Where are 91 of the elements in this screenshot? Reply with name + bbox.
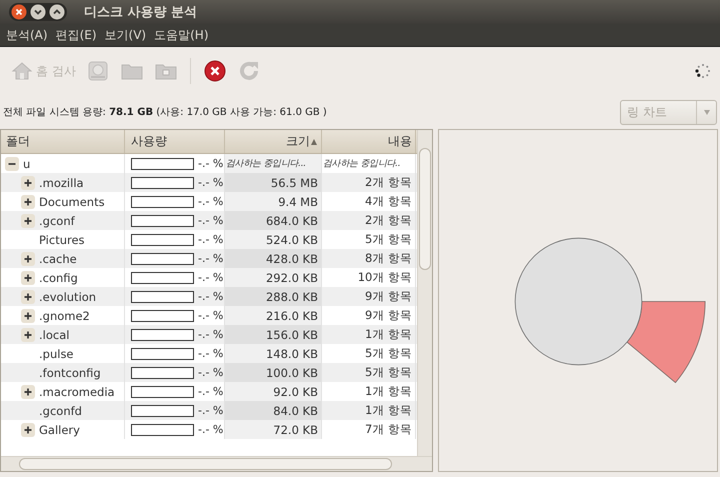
usage-percent: -.- % (198, 214, 224, 227)
folder-name: .local (39, 328, 70, 342)
folder-name: u (23, 156, 30, 170)
dropdown-arrow-icon (702, 108, 710, 116)
size-cell: 288.0 KB (225, 287, 322, 306)
size-cell: 684.0 KB (225, 211, 322, 230)
column-header[interactable]: 폴더 (1, 130, 125, 153)
folder-name: .pulse (39, 346, 74, 360)
usage-bar (131, 386, 194, 398)
usage-bar (131, 348, 194, 360)
folder-name: .fontconfig (39, 366, 101, 380)
usage-percent: -.- % (198, 385, 224, 398)
usage-bar (131, 196, 194, 208)
size-cell: 148.0 KB (225, 344, 322, 363)
size-cell: 검사하는 중입니다... (225, 154, 322, 173)
usage-bar (131, 214, 194, 226)
minimize-icon[interactable] (30, 4, 46, 20)
folder-name: .gconf (39, 214, 75, 228)
maximize-icon[interactable] (49, 4, 65, 20)
expand-icon[interactable] (21, 194, 35, 208)
expand-icon[interactable] (21, 270, 35, 284)
horizontal-scrollbar[interactable] (1, 456, 432, 471)
hard-drive-icon (86, 59, 110, 83)
size-cell: 9.4 MB (225, 192, 322, 211)
stop-icon (202, 59, 227, 83)
usage-bar (131, 424, 194, 436)
size-cell: 216.0 KB (225, 306, 322, 325)
contents-cell: 7개 항목 (322, 420, 416, 439)
window-title: 디스크 사용량 분석 (84, 4, 198, 21)
usage-percent: -.- % (198, 157, 224, 170)
disk-capacity-summary: 전체 파일 시스템 용량: 78.1 GB (사용: 17.0 GB 사용 가능: 61.0 GB ) (3, 106, 327, 119)
folder-name: .evolution (39, 290, 96, 304)
folder-name: .config (39, 270, 78, 284)
size-cell: 156.0 KB (225, 325, 322, 344)
sort-ascending-icon (310, 138, 318, 146)
usage-percent: -.- % (198, 347, 224, 360)
usage-percent: -.- % (198, 366, 224, 379)
folder-name: Pictures (39, 232, 85, 246)
expand-icon[interactable] (21, 176, 35, 190)
usage-bar (131, 234, 194, 246)
size-cell: 84.0 KB (225, 401, 322, 420)
expand-icon[interactable] (21, 422, 35, 436)
folder-name: .gconfd (39, 404, 82, 418)
usage-percent: -.- % (198, 404, 224, 417)
menu-item[interactable]: 편집(E) (52, 26, 101, 44)
folder-name: .mozilla (39, 176, 84, 190)
size-cell: 292.0 KB (225, 268, 322, 287)
menu-item[interactable]: 도움말(H) (150, 26, 212, 44)
size-cell: 524.0 KB (225, 230, 322, 249)
usage-bar (131, 272, 194, 284)
column-header[interactable]: 내용 (322, 130, 416, 153)
size-cell: 92.0 KB (225, 382, 322, 401)
vertical-scrollbar[interactable] (417, 130, 432, 456)
expand-icon[interactable] (21, 328, 35, 342)
usage-bar (131, 158, 194, 170)
usage-percent: -.- % (198, 290, 224, 303)
close-icon[interactable] (11, 4, 27, 20)
usage-percent: -.- % (198, 309, 224, 322)
folder-name: .gnome2 (39, 308, 90, 322)
usage-bar (131, 252, 194, 264)
usage-bar (131, 176, 194, 188)
column-header[interactable]: 사용량 (125, 130, 225, 153)
usage-percent: -.- % (198, 176, 224, 189)
expand-icon[interactable] (21, 384, 35, 398)
expand-icon[interactable] (21, 214, 35, 228)
size-cell: 428.0 KB (225, 249, 322, 268)
column-header[interactable]: 크기 (225, 130, 322, 153)
usage-bar (131, 328, 194, 340)
size-cell: 56.5 MB (225, 173, 322, 192)
usage-percent: -.- % (198, 423, 224, 436)
size-cell: 100.0 KB (225, 363, 322, 382)
usage-percent: -.- % (198, 195, 224, 208)
expand-icon[interactable] (21, 252, 35, 266)
menu-item[interactable]: 분석(A) (2, 26, 52, 44)
collapse-icon[interactable] (5, 156, 19, 170)
folder-name: Documents (39, 194, 105, 208)
expand-icon[interactable] (21, 308, 35, 322)
folder-name: .cache (39, 252, 77, 266)
size-cell: 72.0 KB (225, 420, 322, 439)
folder-name: Gallery (39, 422, 80, 436)
expand-icon[interactable] (21, 290, 35, 304)
usage-percent: -.- % (198, 271, 224, 284)
usage-percent: -.- % (198, 328, 224, 341)
usage-bar (131, 290, 194, 302)
menu-item[interactable]: 보기(V) (100, 26, 150, 44)
folder-name: .macromedia (39, 384, 115, 398)
usage-bar (131, 366, 194, 378)
usage-percent: -.- % (198, 252, 224, 265)
usage-bar (131, 310, 194, 322)
usage-percent: -.- % (198, 233, 224, 246)
usage-bar (131, 404, 194, 416)
